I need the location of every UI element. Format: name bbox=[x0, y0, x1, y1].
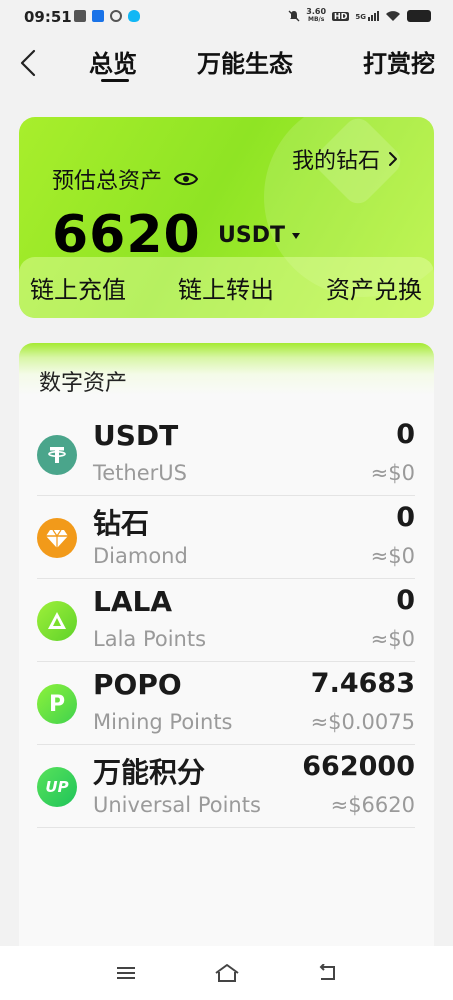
asset-amount: 0 bbox=[396, 419, 415, 450]
hd-badge: HD bbox=[332, 11, 350, 21]
asset-fiat-value: ≈$0 bbox=[370, 461, 415, 485]
asset-row-usdt[interactable]: USDT TetherUS 0 ≈$0 bbox=[37, 413, 415, 496]
app-notification-icon bbox=[74, 10, 86, 22]
eye-icon[interactable] bbox=[174, 171, 199, 187]
diamond-coin-icon bbox=[37, 518, 77, 558]
net-speed-value: 3.60 bbox=[306, 7, 327, 16]
currency-selector[interactable]: USDT bbox=[218, 223, 301, 248]
asset-name: 钻石 bbox=[93, 507, 150, 540]
qq-icon bbox=[128, 10, 140, 22]
mute-bell-icon bbox=[288, 10, 300, 22]
tab-tip-mining[interactable]: 打赏挖 bbox=[363, 44, 435, 79]
app-notification-icon bbox=[92, 10, 104, 22]
tether-icon bbox=[37, 435, 77, 475]
asset-name: 万能积分 bbox=[93, 756, 206, 789]
deposit-button[interactable]: 链上充值 bbox=[30, 270, 126, 305]
my-diamond-label: 我的钻石 bbox=[291, 149, 380, 174]
app-notification-icon bbox=[110, 10, 122, 22]
asset-name: LALA bbox=[93, 585, 173, 618]
asset-amount: 0 bbox=[396, 502, 415, 533]
status-time: 09:51 bbox=[24, 8, 72, 26]
asset-subtitle: Mining Points bbox=[93, 710, 233, 734]
wifi-icon bbox=[386, 11, 400, 21]
digital-assets-header: 数字资产 bbox=[19, 343, 434, 396]
net-speed-unit: MB/s bbox=[308, 16, 325, 23]
up-icon: UP bbox=[37, 767, 77, 807]
system-nav-bar bbox=[0, 946, 453, 1000]
asset-actions: 链上充值 链上转出 资产兑换 bbox=[19, 257, 434, 318]
estimated-assets-label: 预估总资产 bbox=[52, 163, 199, 195]
tab-ecosystem[interactable]: 万能生态 bbox=[197, 44, 293, 79]
my-diamond-link[interactable]: 我的钻石 bbox=[292, 143, 398, 175]
asset-fiat-value: ≈$0 bbox=[370, 627, 415, 651]
asset-name: USDT bbox=[93, 419, 179, 452]
menu-icon bbox=[117, 967, 135, 979]
popo-icon: P bbox=[37, 684, 77, 724]
status-bar: 09:51 3.60 MB/s HD 5G bbox=[0, 0, 453, 36]
notification-icons bbox=[74, 10, 140, 22]
asset-amount: 7.4683 bbox=[310, 668, 415, 699]
net-speed: 3.60 MB/s bbox=[306, 8, 326, 24]
asset-amount: 0 bbox=[396, 585, 415, 616]
tab-overview[interactable]: 总览 bbox=[89, 44, 137, 79]
chevron-right-icon bbox=[389, 152, 397, 166]
estimated-assets-text: 预估总资产 bbox=[52, 169, 163, 194]
asset-name: POPO bbox=[93, 668, 182, 701]
digital-assets-panel: 数字资产 USDT TetherUS 0 ≈$0 钻石 Diamond 0 ≈$… bbox=[19, 343, 434, 963]
asset-amount: 662000 bbox=[302, 751, 415, 782]
asset-fiat-value: ≈$0.0075 bbox=[310, 710, 415, 734]
home-icon bbox=[215, 964, 239, 982]
asset-subtitle: Lala Points bbox=[93, 627, 207, 651]
asset-fiat-value: ≈$0 bbox=[370, 544, 415, 568]
asset-row-lala[interactable]: LALA Lala Points 0 ≈$0 bbox=[37, 579, 415, 662]
screen: 09:51 3.60 MB/s HD 5G 总览 万能生态 打赏挖 预估总资产 … bbox=[0, 0, 453, 1000]
status-right: 3.60 MB/s HD 5G bbox=[288, 8, 431, 24]
network-type: 5G bbox=[355, 13, 366, 21]
exchange-button[interactable]: 资产兑换 bbox=[326, 270, 422, 305]
asset-subtitle: Diamond bbox=[93, 544, 188, 568]
asset-subtitle: Universal Points bbox=[93, 793, 261, 817]
withdraw-button[interactable]: 链上转出 bbox=[178, 270, 274, 305]
asset-row-popo[interactable]: P POPO Mining Points 7.4683 ≈$0.0075 bbox=[37, 662, 415, 745]
battery-icon bbox=[407, 10, 431, 22]
tab-bar: 总览 万能生态 打赏挖 bbox=[0, 36, 453, 96]
currency-label: USDT bbox=[218, 223, 285, 248]
digital-assets-title: 数字资产 bbox=[39, 371, 128, 396]
menu-button[interactable] bbox=[112, 960, 140, 986]
home-button[interactable] bbox=[213, 960, 241, 986]
asset-subtitle: TetherUS bbox=[93, 461, 187, 485]
return-icon bbox=[319, 964, 335, 980]
active-tab-indicator bbox=[101, 79, 129, 82]
back-nav-button[interactable] bbox=[314, 960, 342, 986]
signal-icon: 5G bbox=[355, 11, 379, 21]
asset-row-diamond[interactable]: 钻石 Diamond 0 ≈$0 bbox=[37, 496, 415, 579]
lala-icon bbox=[37, 601, 77, 641]
total-assets-value: 6620 bbox=[52, 205, 201, 265]
total-assets-card: 预估总资产 我的钻石 6620 USDT 链上充值 链上转出 资产兑换 bbox=[19, 117, 434, 318]
caret-down-icon bbox=[291, 232, 300, 239]
asset-fiat-value: ≈$6620 bbox=[330, 793, 415, 817]
asset-row-universal-points[interactable]: UP 万能积分 Universal Points 662000 ≈$6620 bbox=[37, 745, 415, 828]
